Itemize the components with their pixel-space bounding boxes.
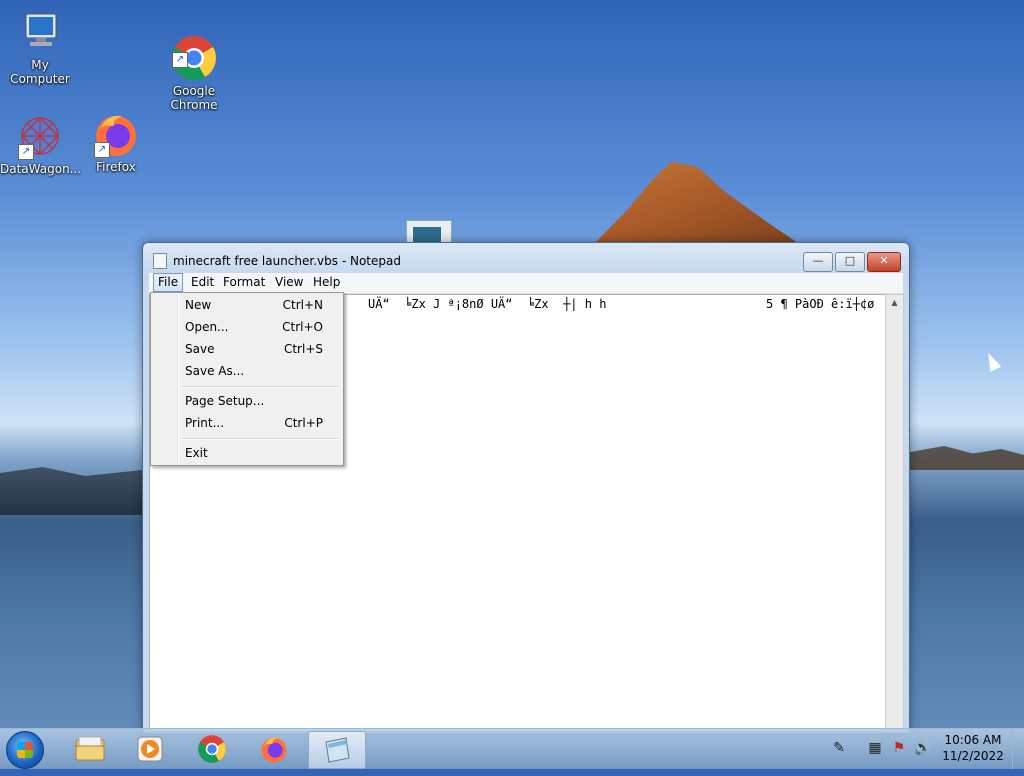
wallpaper-rock <box>588 161 808 250</box>
pen-input-icon[interactable]: ✎ <box>822 739 856 757</box>
desktop-icon-datawagon[interactable]: ↗ DataWagon... <box>0 112 82 176</box>
start-button[interactable] <box>6 731 44 769</box>
taskbar-clock[interactable]: 10:06 AM 11/2/2022 <box>940 732 1006 764</box>
desktop-icon-my-computer[interactable]: My Computer <box>0 8 80 86</box>
chrome-icon: ↗ <box>170 20 218 80</box>
volume-icon[interactable]: 🔊 <box>914 739 932 757</box>
menu-item-exit[interactable]: Exit <box>153 442 339 464</box>
menu-separator <box>181 438 339 440</box>
desktop-icon-label: Firefox <box>96 160 136 174</box>
menu-help[interactable]: Help <box>309 274 344 291</box>
wallpaper-shore-left <box>0 467 142 515</box>
menu-item-label: Save <box>185 342 215 356</box>
menu-item-new[interactable]: New Ctrl+N <box>153 294 339 316</box>
datawagon-icon: ↗ <box>16 112 64 160</box>
menu-item-shortcut: Ctrl+N <box>282 298 323 312</box>
desktop-icon-label: My Computer <box>10 58 70 86</box>
show-desktop-button[interactable] <box>1012 729 1024 769</box>
menu-view[interactable]: View <box>271 274 307 291</box>
notepad-icon <box>325 737 350 763</box>
wallpaper-shore-right <box>910 446 1024 470</box>
menu-file[interactable]: File <box>153 273 184 292</box>
menu-item-label: Exit <box>185 446 208 460</box>
close-button[interactable]: ✕ <box>867 252 901 272</box>
menu-item-shortcut: Ctrl+O <box>282 320 323 334</box>
desktop-icon-label: DataWagon... <box>0 162 82 176</box>
vertical-scrollbar[interactable]: ▲ <box>885 294 904 732</box>
action-center-warning-icon[interactable]: ⚑ <box>890 739 908 757</box>
windows-explorer-icon <box>75 736 105 761</box>
menu-item-label: Page Setup... <box>185 394 265 408</box>
taskbar: ✎ ▦ ⚑ 🔊 10:06 AM 11/2/2022 <box>0 728 1024 769</box>
maximize-button[interactable]: □ <box>835 252 865 272</box>
menu-item-label: Open... <box>185 320 229 334</box>
desktop-icon-label: Google Chrome <box>170 84 218 112</box>
taskbar-chrome[interactable] <box>184 731 240 767</box>
clock-date: 11/2/2022 <box>942 749 1004 763</box>
menu-item-label: Print... <box>185 416 225 430</box>
taskbar-windows-explorer[interactable] <box>62 731 118 767</box>
menu-bar: File Edit Format View Help <box>149 273 903 294</box>
menu-item-shortcut: Ctrl+S <box>283 342 323 356</box>
menu-item-save[interactable]: Save Ctrl+S <box>153 338 339 360</box>
firefox-icon <box>261 737 287 763</box>
scroll-up-arrow-icon[interactable]: ▲ <box>886 295 903 311</box>
menu-item-save-as[interactable]: Save As... <box>153 360 339 382</box>
chrome-icon <box>198 735 226 763</box>
window-title: minecraft free launcher.vbs - Notepad <box>173 254 401 268</box>
menu-item-print[interactable]: Print... Ctrl+P <box>153 412 339 434</box>
computer-icon <box>16 8 64 56</box>
menu-item-open[interactable]: Open... Ctrl+O <box>153 316 339 338</box>
clock-time: 10:06 AM <box>944 733 1002 747</box>
menu-edit[interactable]: Edit <box>187 274 218 291</box>
menu-item-page-setup[interactable]: Page Setup... <box>153 390 339 412</box>
shortcut-arrow-icon: ↗ <box>94 142 110 158</box>
taskbar-notepad[interactable] <box>308 731 366 769</box>
network-icon[interactable]: ▦ <box>866 739 884 757</box>
shortcut-arrow-icon: ↗ <box>18 144 34 160</box>
title-bar[interactable]: minecraft free launcher.vbs - Notepad — … <box>143 243 909 273</box>
taskbar-firefox[interactable] <box>246 731 302 767</box>
file-menu-dropdown: New Ctrl+N Open... Ctrl+O Save Ctrl+S Sa… <box>150 292 344 466</box>
taskbar-media-player[interactable] <box>122 731 178 767</box>
menu-separator <box>181 386 339 388</box>
media-player-icon <box>137 736 163 762</box>
menu-item-shortcut: Ctrl+P <box>284 416 323 430</box>
menu-format[interactable]: Format <box>219 274 269 291</box>
shortcut-arrow-icon: ↗ <box>172 52 188 68</box>
notepad-icon <box>153 253 167 269</box>
mouse-cursor-icon <box>982 350 1002 372</box>
editor-text-left: UÄ“ ╘Zx J ª¡8nØ UÄ“ ╘Zx ┼| h h <box>368 297 607 311</box>
desktop-icon-firefox[interactable]: ↗ Firefox <box>76 110 156 174</box>
menu-item-label: New <box>185 298 212 312</box>
menu-item-label: Save As... <box>185 364 245 378</box>
minimize-button[interactable]: — <box>803 252 833 272</box>
desktop-icon-google-chrome[interactable]: ↗ Google Chrome <box>154 6 234 126</box>
editor-text-right: 5 ¶ PàOÐ ê:ï┼¢ø <box>766 297 875 311</box>
firefox-icon: ↗ <box>92 110 140 158</box>
